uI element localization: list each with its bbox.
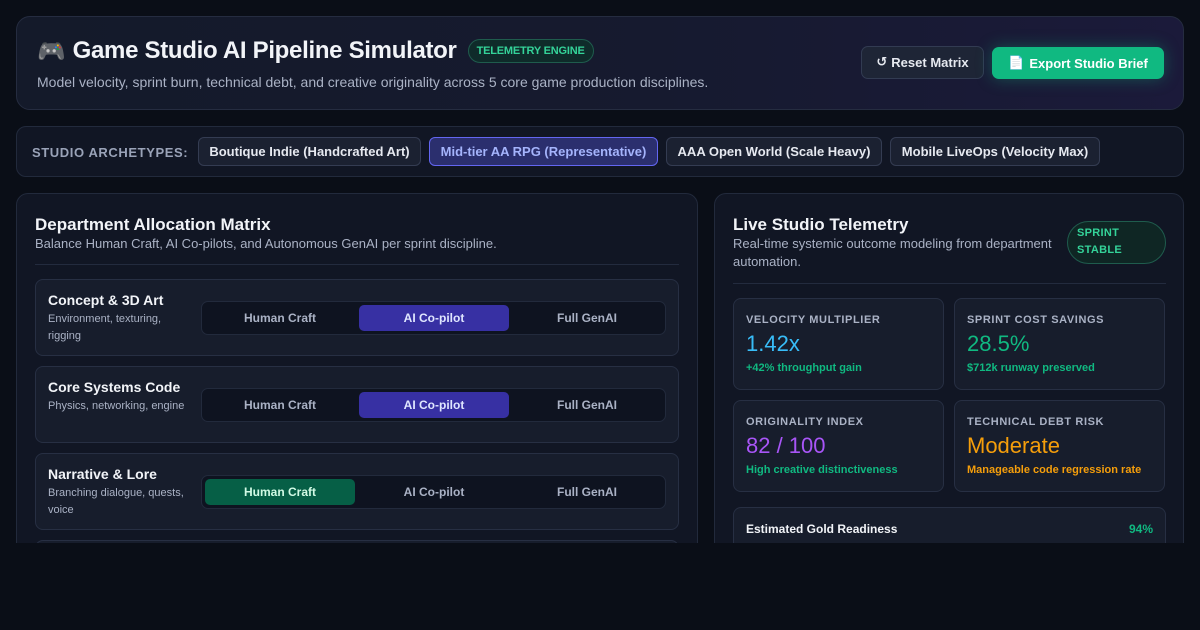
app-header: 🎮 Game Studio AI Pipeline Simulator TELE… xyxy=(16,16,1184,110)
title-row: 🎮 Game Studio AI Pipeline Simulator TELE… xyxy=(37,35,594,67)
metric-value: 1.42x xyxy=(746,331,800,356)
department-description: Environment, texturing, rigging xyxy=(48,313,162,342)
reset-matrix-button[interactable]: ↺ Reset Matrix xyxy=(861,46,984,79)
telemetry-subtitle: Real-time systemic outcome modeling from… xyxy=(733,236,1052,269)
option-ai-copilot[interactable]: AI Co-pilot xyxy=(359,305,509,331)
app-stage: 🎮 Game Studio AI Pipeline Simulator TELE… xyxy=(0,0,1200,543)
export-studio-brief-button[interactable]: 📄 Export Studio Brief xyxy=(992,47,1164,79)
department-name: Concept & 3D Art xyxy=(48,292,164,308)
gold-readiness-value: 94% xyxy=(1128,522,1153,536)
matrix-divider xyxy=(35,264,679,265)
archetype-mid-tier-aa-rpg[interactable]: Mid-tier AA RPG (Representative) xyxy=(429,137,658,166)
option-human-craft[interactable]: Human Craft xyxy=(205,479,355,505)
allocation-selector: Human Craft AI Co-pilot Full GenAI xyxy=(201,475,666,509)
option-human-craft[interactable]: Human Craft xyxy=(205,305,355,331)
matrix-title: Department Allocation Matrix xyxy=(35,215,271,234)
document-icon: 📄 xyxy=(1008,55,1025,71)
metric-value: 28.5% xyxy=(967,331,1030,356)
telemetry-divider xyxy=(733,283,1166,284)
option-human-craft[interactable]: Human Craft xyxy=(205,392,355,418)
option-ai-copilot[interactable]: AI Co-pilot xyxy=(359,479,509,505)
export-studio-brief-label: Export Studio Brief xyxy=(1029,55,1148,71)
department-description: Physics, networking, engine xyxy=(48,400,185,412)
metric-label: ORIGINALITY INDEX xyxy=(746,416,864,428)
allocation-selector: Human Craft AI Co-pilot Full GenAI xyxy=(201,301,666,335)
archetype-aaa-open-world[interactable]: AAA Open World (Scale Heavy) xyxy=(666,137,882,166)
department-name: Narrative & Lore xyxy=(48,466,157,482)
archetype-boutique-indie[interactable]: Boutique Indie (Handcrafted Art) xyxy=(198,137,421,166)
metric-label: SPRINT COST SAVINGS xyxy=(967,314,1105,326)
metric-note: +42% throughput gain xyxy=(746,362,862,374)
department-name: Core Systems Code xyxy=(48,379,181,395)
gamepad-icon: 🎮 xyxy=(37,38,66,65)
department-allocation-panel: Department Allocation Matrix Balance Hum… xyxy=(16,193,698,543)
archetype-mobile-liveops[interactable]: Mobile LiveOps (Velocity Max) xyxy=(890,137,1100,166)
department-row-next xyxy=(35,540,679,543)
sprint-status-badge: SPRINT STABLE xyxy=(1067,221,1166,264)
department-row-concept-art: Concept & 3D Art Environment, texturing,… xyxy=(35,279,679,356)
metric-value: Moderate xyxy=(967,433,1060,458)
page-subtitle: Model velocity, sprint burn, technical d… xyxy=(37,74,709,90)
department-row-narrative: Narrative & Lore Branching dialogue, que… xyxy=(35,453,679,530)
option-full-genai[interactable]: Full GenAI xyxy=(512,479,662,505)
live-telemetry-panel: Live Studio Telemetry Real-time systemic… xyxy=(714,193,1184,543)
option-full-genai[interactable]: Full GenAI xyxy=(512,305,662,331)
metric-originality-index: ORIGINALITY INDEX 82 / 100 High creative… xyxy=(733,400,944,492)
metric-value: 82 / 100 xyxy=(746,433,826,458)
option-ai-copilot[interactable]: AI Co-pilot xyxy=(359,392,509,418)
metric-label: VELOCITY MULTIPLIER xyxy=(746,314,881,326)
metric-technical-debt-risk: TECHNICAL DEBT RISK Moderate Manageable … xyxy=(954,400,1165,492)
allocation-selector: Human Craft AI Co-pilot Full GenAI xyxy=(201,388,666,422)
metric-label: TECHNICAL DEBT RISK xyxy=(967,416,1105,428)
metric-note: Manageable code regression rate xyxy=(967,464,1142,476)
matrix-subtitle: Balance Human Craft, AI Co-pilots, and A… xyxy=(35,236,497,251)
gold-readiness-label: Estimated Gold Readiness xyxy=(746,522,898,536)
option-full-genai[interactable]: Full GenAI xyxy=(512,392,662,418)
archetypes-label: STUDIO ARCHETYPES: xyxy=(32,145,189,160)
reset-icon: ↺ xyxy=(876,55,888,70)
metric-note: High creative distinctiveness xyxy=(746,464,898,476)
metric-velocity-multiplier: VELOCITY MULTIPLIER 1.42x +42% throughpu… xyxy=(733,298,944,390)
reset-matrix-label: Reset Matrix xyxy=(891,55,969,70)
page-title: Game Studio AI Pipeline Simulator xyxy=(72,37,457,64)
studio-archetypes-bar: STUDIO ARCHETYPES: Boutique Indie (Handc… xyxy=(16,126,1184,177)
metric-sprint-cost-savings: SPRINT COST SAVINGS 28.5% $712k runway p… xyxy=(954,298,1165,390)
department-row-core-systems: Core Systems Code Physics, networking, e… xyxy=(35,366,679,443)
department-description: Branching dialogue, quests, voice xyxy=(48,487,184,516)
telemetry-title: Live Studio Telemetry xyxy=(733,215,909,234)
telemetry-engine-badge: TELEMETRY ENGINE xyxy=(467,39,594,63)
metric-note: $712k runway preserved xyxy=(967,362,1095,374)
gold-readiness-card: Estimated Gold Readiness 94% xyxy=(733,507,1166,543)
